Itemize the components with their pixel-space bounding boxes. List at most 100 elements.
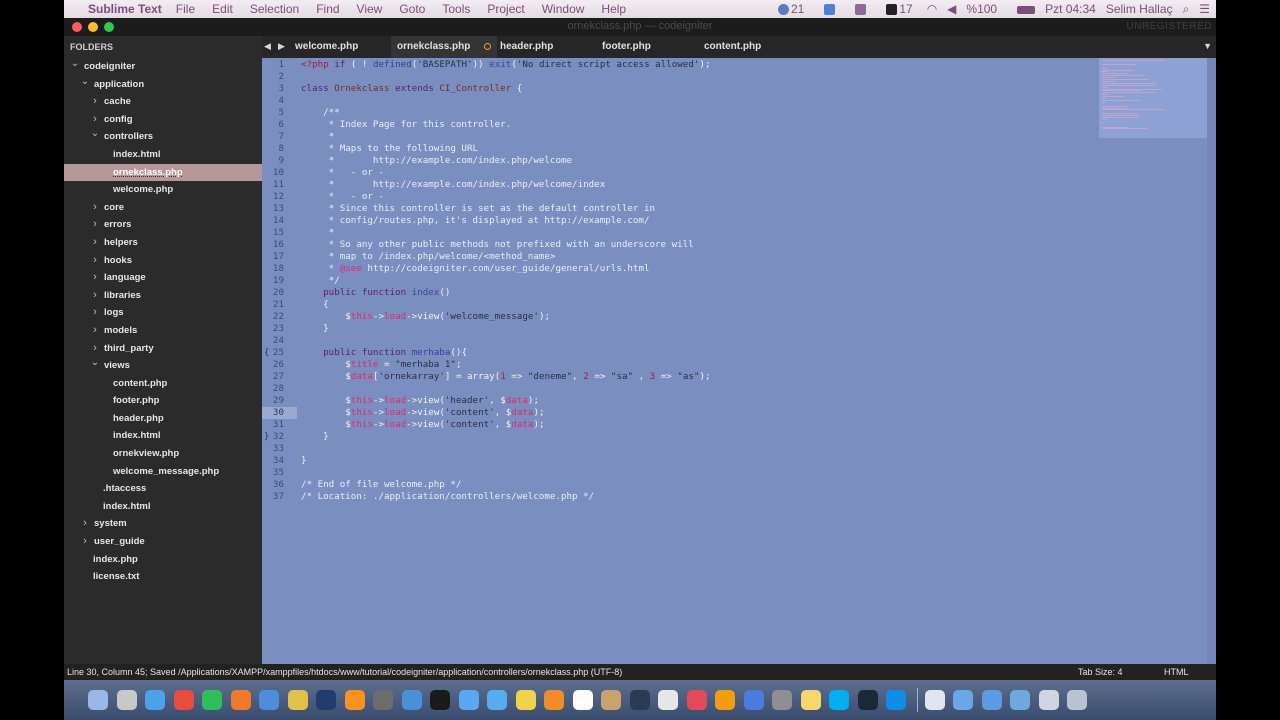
tab-ornekclass[interactable]: ornekclass.php (391, 36, 498, 58)
trash-icon[interactable] (1067, 690, 1087, 710)
contacts-icon[interactable] (601, 690, 621, 710)
battery-label[interactable]: %100 (966, 2, 997, 16)
dropbox-icon[interactable] (814, 2, 836, 16)
chevron-right-icon[interactable]: › (80, 533, 90, 551)
tab-overflow-icon[interactable]: ▼ (1203, 41, 1212, 51)
preferences-icon[interactable] (772, 690, 792, 710)
tab-scroll-left-icon[interactable]: ◀ (264, 41, 271, 52)
terminal-icon[interactable] (430, 690, 450, 710)
sidebar-file[interactable]: header.php (64, 410, 262, 428)
chevron-right-icon[interactable]: › (90, 93, 100, 111)
steam-icon[interactable] (629, 690, 650, 710)
stickies-icon[interactable] (287, 690, 308, 710)
stickies2-icon[interactable] (800, 690, 821, 710)
menu-file[interactable]: File (176, 2, 195, 16)
sidebar-folder[interactable]: › helpers (64, 234, 262, 252)
sidebar-file[interactable]: .htaccess (64, 480, 262, 498)
notification-center-icon[interactable]: ☰ (1199, 2, 1210, 16)
facetime-icon[interactable] (202, 690, 222, 710)
chevron-right-icon[interactable]: › (90, 252, 100, 270)
sidebar-folder[interactable]: › cache (64, 93, 262, 111)
menu-edit[interactable]: Edit (212, 2, 233, 16)
preview-icon[interactable] (401, 690, 422, 710)
chevron-down-icon[interactable]: ⌄ (90, 354, 100, 372)
chevron-down-icon[interactable]: ⌄ (80, 73, 90, 91)
chevron-right-icon[interactable]: › (90, 287, 100, 305)
tab-header[interactable]: header.php (500, 36, 553, 58)
sidebar-folder[interactable]: ⌄ controllers (64, 128, 262, 146)
sidebar-file[interactable]: footer.php (64, 392, 262, 410)
spotlight-icon[interactable]: ⌕ (1183, 2, 1190, 17)
finder-icon[interactable] (88, 690, 108, 710)
fold-marker-icon[interactable]: { (264, 347, 269, 359)
sidebar-file[interactable]: welcome_message.php (64, 463, 262, 481)
menu-find[interactable]: Find (316, 2, 339, 16)
chevron-right-icon[interactable]: › (90, 199, 100, 217)
notes-icon[interactable] (515, 690, 536, 710)
sidebar-file[interactable]: content.php (64, 375, 262, 393)
ibooks-icon[interactable] (715, 690, 735, 710)
fold-marker-icon[interactable]: } (264, 431, 269, 443)
tab-size-selector[interactable]: Tab Size: 4 (1078, 664, 1123, 680)
monitor-icon[interactable] (1038, 690, 1059, 710)
chrome-icon[interactable] (173, 690, 194, 710)
menu-help[interactable]: Help (601, 2, 626, 16)
sidebar-file[interactable]: ornekview.php (64, 445, 262, 463)
menu-view[interactable]: View (357, 2, 383, 16)
sidebar-file[interactable]: index.php (64, 551, 262, 569)
firefox-icon[interactable] (230, 690, 251, 710)
tab-content[interactable]: content.php (704, 36, 761, 58)
sidebar-file[interactable]: welcome.php (64, 181, 262, 199)
chevron-right-icon[interactable]: › (90, 269, 100, 287)
menu-selection[interactable]: Selection (250, 2, 299, 16)
chevron-right-icon[interactable]: › (80, 515, 90, 533)
editor-scrollbar[interactable] (1207, 58, 1216, 664)
sidebar-folder[interactable]: › language (64, 269, 262, 287)
sidebar-folder[interactable]: › libraries (64, 287, 262, 305)
app-menu[interactable]: Sublime Text (88, 2, 162, 16)
battery-icon[interactable] (1007, 2, 1036, 16)
sidebar-file[interactable]: index.html (64, 498, 262, 516)
unsaved-dot-icon[interactable] (484, 42, 492, 50)
chevron-right-icon[interactable]: › (90, 304, 100, 322)
chevron-right-icon[interactable]: › (90, 216, 100, 234)
menu-tools[interactable]: Tools (442, 2, 470, 16)
downloads2-icon[interactable] (1010, 690, 1030, 710)
chevron-down-icon[interactable]: ⌄ (70, 55, 80, 73)
illustrator-icon[interactable] (344, 690, 365, 710)
sidebar-folder[interactable]: ⌄ application (64, 76, 262, 94)
notification-icon[interactable] (768, 2, 789, 16)
chevron-down-icon[interactable]: ⌄ (90, 125, 100, 143)
menu-window[interactable]: Window (542, 2, 585, 16)
itunes-icon[interactable] (686, 690, 707, 710)
sidebar-folder[interactable]: › hooks (64, 252, 262, 270)
wifi-icon[interactable]: ◠ (927, 2, 937, 16)
menu-goto[interactable]: Goto (399, 2, 425, 16)
downloads-icon[interactable] (981, 690, 1002, 710)
document-icon[interactable] (924, 690, 945, 710)
minimap[interactable] (1099, 58, 1207, 138)
twitter-icon[interactable] (487, 690, 507, 710)
adobe-icon[interactable] (876, 2, 898, 16)
sidebar-folder[interactable]: ⌄ codeigniter (64, 58, 262, 76)
photoshop-icon[interactable] (316, 690, 336, 710)
sidebar-file[interactable]: license.txt (64, 568, 262, 586)
sidebar-folder[interactable]: › logs (64, 304, 262, 322)
books-icon[interactable] (544, 690, 564, 710)
tab-scroll-right-icon[interactable]: ▶ (278, 41, 285, 52)
sidebar-folder[interactable]: › system (64, 515, 262, 533)
activity-icon[interactable] (259, 690, 279, 710)
sidebar-file[interactable]: index.html (64, 146, 262, 164)
sidebar-file[interactable]: index.html (64, 427, 262, 445)
teamviewer-icon[interactable] (886, 690, 906, 710)
steam2-icon[interactable] (857, 690, 878, 710)
sidebar-folder[interactable]: ⌄ views (64, 357, 262, 375)
tab-footer[interactable]: footer.php (602, 36, 651, 58)
folder-icon[interactable] (953, 690, 973, 710)
safari-icon[interactable] (145, 690, 165, 710)
chevron-right-icon[interactable]: › (90, 322, 100, 340)
sidebar-file[interactable]: ornekclass.php (64, 163, 262, 182)
sidebar-folder[interactable]: › errors (64, 216, 262, 234)
volume-icon[interactable]: ◀ (947, 2, 956, 16)
sidebar-folder[interactable]: › models (64, 322, 262, 340)
